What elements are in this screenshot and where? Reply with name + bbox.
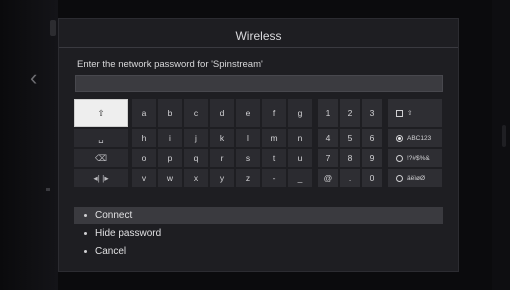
key-dash[interactable]: - bbox=[262, 169, 286, 187]
key-3[interactable]: 3 bbox=[362, 99, 382, 127]
key-z[interactable]: z bbox=[236, 169, 260, 187]
background-right-panel bbox=[492, 0, 510, 290]
key-2[interactable]: 2 bbox=[340, 99, 360, 127]
key-l[interactable]: l bbox=[236, 129, 260, 147]
key-x[interactable]: x bbox=[184, 169, 208, 187]
key-f[interactable]: f bbox=[262, 99, 286, 127]
title-divider bbox=[59, 47, 458, 48]
key-p[interactable]: p bbox=[158, 149, 182, 167]
key-t[interactable]: t bbox=[262, 149, 286, 167]
key-8[interactable]: 8 bbox=[340, 149, 360, 167]
shift-key[interactable]: ⇧ bbox=[74, 99, 128, 127]
key-period[interactable]: . bbox=[340, 169, 360, 187]
cancel-label: Cancel bbox=[95, 246, 127, 257]
key-q[interactable]: q bbox=[184, 149, 208, 167]
key-e[interactable]: e bbox=[236, 99, 260, 127]
mode-symbols[interactable]: !?#$%& bbox=[388, 149, 442, 167]
bullet-icon bbox=[84, 232, 87, 235]
radio-icon bbox=[396, 174, 403, 182]
key-m[interactable]: m bbox=[262, 129, 286, 147]
password-prompt: Enter the network password for 'Spinstre… bbox=[77, 59, 263, 70]
key-b[interactable]: b bbox=[158, 99, 182, 127]
key-6[interactable]: 6 bbox=[362, 129, 382, 147]
key-underscore[interactable]: _ bbox=[288, 169, 312, 187]
key-7[interactable]: 7 bbox=[318, 149, 338, 167]
key-9[interactable]: 9 bbox=[362, 149, 382, 167]
hide-password-option[interactable]: Hide password bbox=[74, 225, 443, 242]
key-o[interactable]: o bbox=[132, 149, 156, 167]
dialog-title: Wireless bbox=[235, 29, 282, 43]
key-u[interactable]: u bbox=[288, 149, 312, 167]
mode-accents-label: äëìøØ bbox=[407, 174, 426, 182]
background-marker bbox=[46, 188, 50, 191]
radio-selected-icon bbox=[396, 134, 403, 142]
key-r[interactable]: r bbox=[210, 149, 234, 167]
key-v[interactable]: v bbox=[132, 169, 156, 187]
bullet-icon bbox=[84, 214, 87, 217]
mode-accents[interactable]: äëìøØ bbox=[388, 169, 442, 187]
caps-lock-toggle[interactable]: ⇧ bbox=[388, 99, 442, 127]
key-i[interactable]: i bbox=[158, 129, 182, 147]
key-0[interactable]: 0 bbox=[362, 169, 382, 187]
key-d[interactable]: d bbox=[210, 99, 234, 127]
key-g[interactable]: g bbox=[288, 99, 312, 127]
key-c[interactable]: c bbox=[184, 99, 208, 127]
background-left-panel bbox=[0, 0, 58, 290]
backspace-key[interactable]: ⌫ bbox=[74, 149, 128, 167]
key-s[interactable]: s bbox=[236, 149, 260, 167]
key-j[interactable]: j bbox=[184, 129, 208, 147]
hide-password-label: Hide password bbox=[95, 228, 162, 239]
mode-abc123-label: ABC123 bbox=[407, 134, 432, 142]
connect-option[interactable]: Connect bbox=[74, 207, 443, 224]
radio-icon bbox=[396, 154, 403, 162]
key-w[interactable]: w bbox=[158, 169, 182, 187]
mode-symbols-label: !?#$%& bbox=[407, 154, 430, 162]
cancel-option[interactable]: Cancel bbox=[74, 243, 443, 260]
key-k[interactable]: k bbox=[210, 129, 234, 147]
cursor-keys[interactable]: ◂| |▸ bbox=[74, 169, 128, 187]
key-at[interactable]: @ bbox=[318, 169, 338, 187]
connect-label: Connect bbox=[95, 210, 133, 221]
key-h[interactable]: h bbox=[132, 129, 156, 147]
key-y[interactable]: y bbox=[210, 169, 234, 187]
key-5[interactable]: 5 bbox=[340, 129, 360, 147]
bullet-icon bbox=[84, 250, 87, 253]
back-chevron-icon: ‹ bbox=[30, 65, 38, 90]
key-4[interactable]: 4 bbox=[318, 129, 338, 147]
caps-lock-label: ⇧ bbox=[407, 110, 413, 117]
checkbox-icon bbox=[396, 109, 403, 117]
key-n[interactable]: n bbox=[288, 129, 312, 147]
background-tab-edge bbox=[50, 20, 56, 36]
key-a[interactable]: a bbox=[132, 99, 156, 127]
space-key[interactable]: ␣ bbox=[74, 129, 128, 147]
key-1[interactable]: 1 bbox=[318, 99, 338, 127]
background-scroll-indicator bbox=[502, 125, 506, 147]
password-field[interactable] bbox=[75, 75, 443, 92]
wireless-dialog: Wireless Enter the network password for … bbox=[58, 18, 459, 272]
mode-abc123[interactable]: ABC123 bbox=[388, 129, 442, 147]
